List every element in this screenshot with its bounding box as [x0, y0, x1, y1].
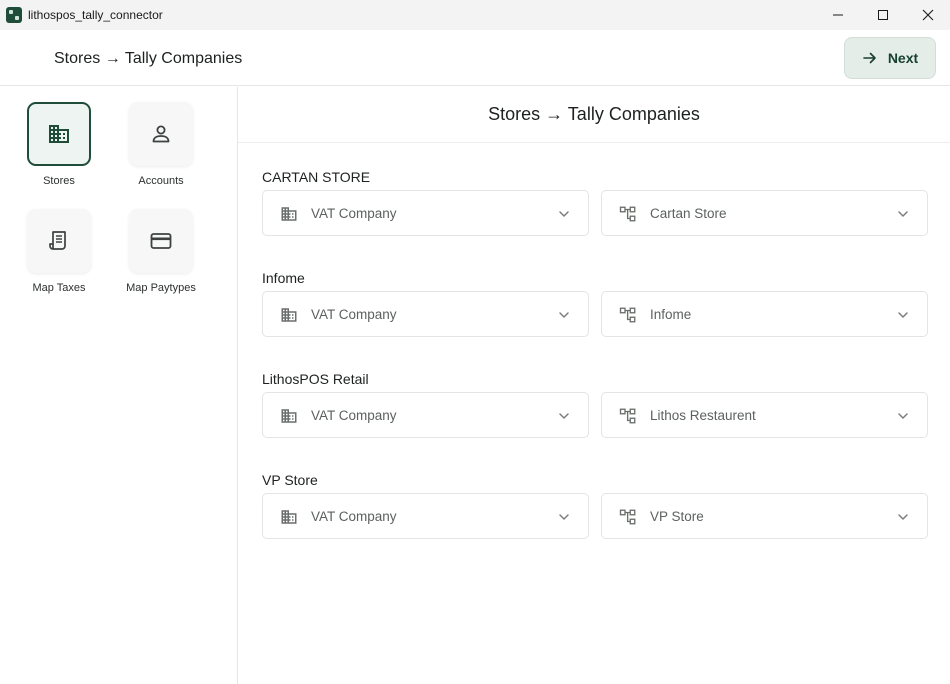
section-title: Stores → Tally Companies [488, 104, 700, 124]
select-value: Infome [650, 307, 692, 322]
select-value: Cartan Store [650, 206, 727, 221]
maximize-icon [878, 10, 888, 20]
company-select[interactable]: VAT Company [262, 392, 589, 438]
building-icon [281, 207, 297, 221]
chevron-down-icon [898, 413, 908, 419]
person-icon [152, 125, 170, 143]
chevron-down-icon [898, 514, 908, 520]
hierarchy-icon [619, 307, 636, 323]
select-value: VAT Company [311, 307, 397, 322]
select-value: VP Store [650, 509, 704, 524]
sidebar-item-accounts[interactable]: Accounts [116, 102, 206, 198]
chevron-down-icon [898, 312, 908, 318]
nav-tile [129, 102, 193, 166]
arrow-right-icon [863, 52, 876, 64]
store-selects: VAT Company Cartan Store [262, 190, 928, 236]
store-name: CARTAN STORE [262, 169, 371, 185]
store-row: Infome VAT Company Infome [262, 270, 928, 337]
chevron-down-icon [898, 211, 908, 217]
building-icon [281, 409, 297, 423]
building-icon [49, 125, 69, 143]
store-name: VP Store [262, 472, 318, 488]
branch-select[interactable]: Infome [601, 291, 928, 337]
store-selects: VAT Company VP Store [262, 493, 928, 539]
store-row: CARTAN STORE VAT Company Cartan Store [262, 169, 928, 236]
minimize-button[interactable] [815, 0, 861, 30]
next-button[interactable]: Next [844, 37, 936, 79]
chevron-down-icon [559, 413, 569, 419]
nav-tile [27, 102, 91, 166]
store-selects: VAT Company Infome [262, 291, 928, 337]
company-select[interactable]: VAT Company [262, 190, 589, 236]
sidebar-item-stores[interactable]: Stores [14, 102, 104, 198]
sidebar-item-label: Map Paytypes [126, 282, 196, 294]
store-row: LithosPOS Retail VAT Company Lithos Rest… [262, 371, 928, 438]
sidebar-item-label: Stores [43, 175, 75, 187]
page-header: Stores → Tally Companies Next [0, 30, 950, 86]
store-row: VP Store VAT Company VP Store [262, 472, 928, 539]
close-button[interactable] [905, 0, 950, 30]
sidebar-item-map-taxes[interactable]: Map Taxes [14, 209, 104, 305]
sidebar: Stores Accounts Map Taxes Map Paytypes [0, 87, 238, 684]
branch-select[interactable]: Lithos Restaurent [601, 392, 928, 438]
page-title: Stores → Tally Companies [54, 50, 243, 67]
minimize-icon [833, 14, 843, 16]
building-icon [281, 510, 297, 524]
chevron-down-icon [559, 312, 569, 318]
chevron-down-icon [559, 211, 569, 217]
app-icon [6, 7, 22, 23]
building-icon [281, 308, 297, 322]
nav-tile [27, 209, 91, 273]
select-value: VAT Company [311, 206, 397, 221]
store-name: LithosPOS Retail [262, 371, 369, 387]
sidebar-item-label: Accounts [138, 175, 184, 187]
branch-select[interactable]: Cartan Store [601, 190, 928, 236]
hierarchy-icon [619, 206, 636, 222]
select-value: VAT Company [311, 408, 397, 423]
nav-tile [129, 209, 193, 273]
window-titlebar: lithospos_tally_connector [0, 0, 950, 30]
branch-select[interactable]: VP Store [601, 493, 928, 539]
hierarchy-icon [619, 408, 636, 424]
sidebar-item-map-paytypes[interactable]: Map Paytypes [116, 209, 206, 305]
select-value: VAT Company [311, 509, 397, 524]
window-title: lithospos_tally_connector [28, 8, 163, 22]
select-value: Lithos Restaurent [650, 408, 756, 423]
close-icon [922, 9, 934, 21]
main-panel: Stores → Tally Companies CARTAN STORE VA… [238, 87, 950, 684]
company-select[interactable]: VAT Company [262, 493, 589, 539]
section-header: Stores → Tally Companies [238, 87, 950, 143]
sidebar-item-label: Map Taxes [32, 282, 86, 294]
next-button-label: Next [887, 50, 919, 66]
store-selects: VAT Company Lithos Restaurent [262, 392, 928, 438]
store-name: Infome [262, 270, 305, 286]
credit-card-icon [150, 233, 172, 249]
company-select[interactable]: VAT Company [262, 291, 589, 337]
chevron-down-icon [559, 514, 569, 520]
receipt-icon [49, 231, 66, 250]
maximize-button[interactable] [860, 0, 906, 30]
hierarchy-icon [619, 509, 636, 525]
